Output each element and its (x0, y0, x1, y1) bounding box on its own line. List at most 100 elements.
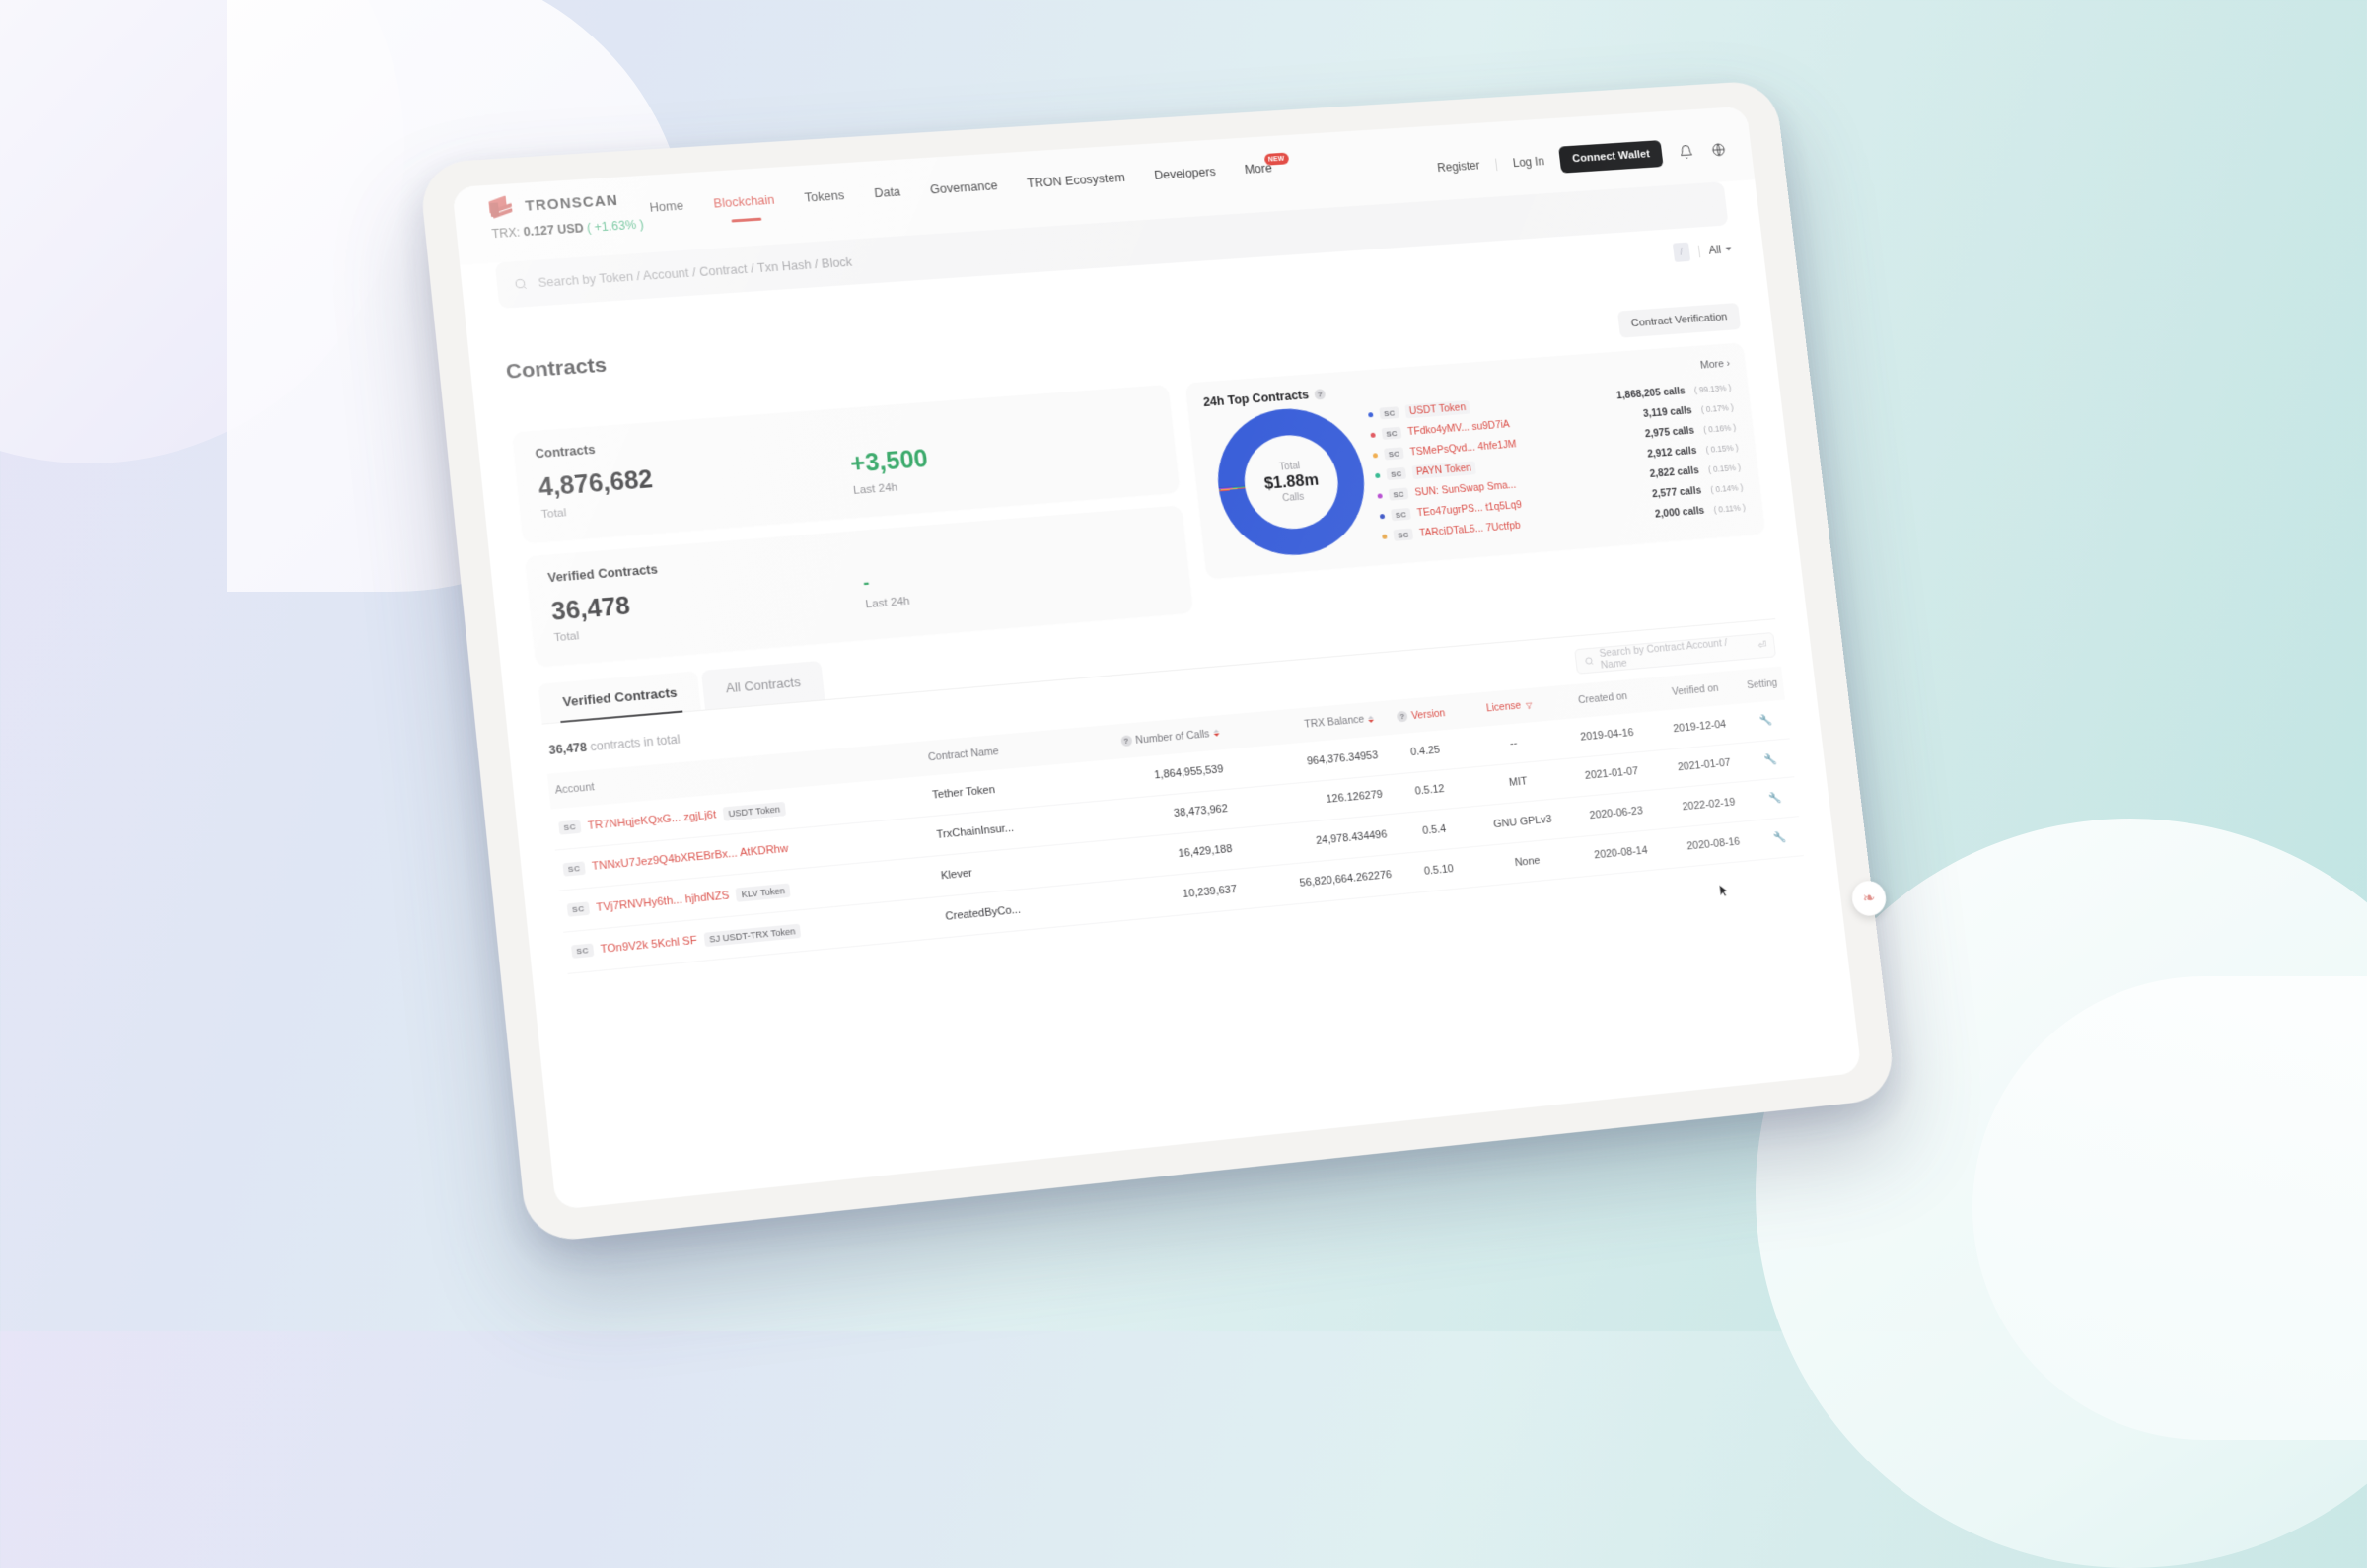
brand-logo[interactable]: TRONSCAN (488, 189, 619, 221)
contracts-count: 36,478 contracts in total (548, 732, 681, 757)
legend-calls: 2,000 calls (1654, 504, 1705, 521)
contract-badge: SC (1381, 426, 1402, 440)
verified-delta: - Last 24h (862, 549, 1172, 618)
token-tag: SJ USDT-TRX Token (703, 923, 802, 947)
legend-color-dot (1375, 472, 1381, 478)
legend-contract-name[interactable]: PAYN Token (1411, 461, 1476, 480)
contracts-delta: +3,500 Last 24h (849, 429, 1158, 496)
register-link[interactable]: Register (1437, 159, 1481, 175)
nav-item-developers[interactable]: Developers (1154, 165, 1218, 189)
nav-item-governance[interactable]: Governance (929, 178, 999, 203)
contract-address-link[interactable]: TVj7RNVHy6th... hjhdNZS (596, 890, 730, 914)
legend-color-dot (1379, 513, 1386, 519)
cell-setting[interactable]: 🔧 (1757, 816, 1804, 860)
nav-item-data[interactable]: Data (874, 185, 902, 208)
bell-icon[interactable] (1677, 143, 1695, 161)
contracts-count-value: 36,478 (547, 740, 588, 758)
legend-contract-name[interactable]: TFdko4yMV... su9D7iA (1407, 417, 1511, 438)
legend-color-dot (1368, 411, 1374, 417)
enter-key-icon: ⏎ (1757, 639, 1767, 652)
stat-cards-column: Contracts 4,876,682 Total +3,500 Last 24… (512, 384, 1193, 667)
contract-badge: SC (1391, 507, 1411, 522)
donut-center-value: $1.88m (1262, 470, 1320, 493)
contract-address-link[interactable]: TR7NHqjeKQxG... zgjLj6t (587, 809, 717, 832)
tablet-body: TRONSCAN TRX: 0.127 USD ( +1.63% ) Home … (418, 79, 1898, 1245)
header-actions: Register Log In Connect Wallet (1436, 136, 1729, 181)
legend-percent: ( 0.17% ) (1700, 402, 1735, 415)
chevron-down-icon (1725, 247, 1732, 251)
tablet-screen: TRONSCAN TRX: 0.127 USD ( +1.63% ) Home … (452, 106, 1862, 1210)
globe-icon[interactable] (1709, 141, 1728, 159)
legend-percent: ( 0.15% ) (1705, 442, 1739, 455)
wrench-icon[interactable]: 🔧 (1768, 792, 1782, 805)
connect-wallet-button[interactable]: Connect Wallet (1558, 140, 1664, 174)
wrench-icon[interactable]: 🔧 (1764, 753, 1778, 766)
legend-calls: 2,822 calls (1649, 464, 1700, 480)
contract-badge: SC (558, 820, 582, 835)
trx-price-value: 0.127 USD (522, 221, 585, 240)
help-icon: ? (1119, 735, 1133, 748)
legend-percent: ( 0.16% ) (1702, 422, 1737, 435)
tron-widget-icon: ❧ (1861, 890, 1877, 908)
verified-total: 36,478 Total (550, 574, 867, 645)
col-trx-balance-label: TRX Balance (1303, 713, 1365, 731)
contract-address-link[interactable]: TNNxU7Jez9Q4bXREBrBx... AtKDRhw (591, 843, 788, 873)
main-nav: Home Blockchain Tokens Data Governance T… (649, 152, 1289, 222)
legend-contract-name[interactable]: SUN: SunSwap Sma... (1414, 478, 1517, 500)
contract-verification-button[interactable]: Contract Verification (1617, 302, 1742, 338)
contract-search-input[interactable]: Search by Contract Account / Name ⏎ (1574, 632, 1777, 675)
col-number-of-calls-label: Number of Calls (1134, 727, 1210, 747)
contract-address-link[interactable]: TOn9V2k 5Kchl SF (600, 934, 697, 956)
brand-name: TRONSCAN (524, 192, 619, 215)
trx-price-change: ( +1.63% ) (586, 217, 645, 236)
search-icon (1584, 655, 1596, 667)
scope-selector[interactable]: All (1708, 243, 1733, 257)
filter-chip-icon[interactable]: / (1672, 242, 1690, 262)
top-contracts-donut-chart: Total $1.88m Calls (1210, 403, 1373, 561)
cell-setting[interactable]: 🔧 (1748, 738, 1795, 781)
top-contracts-column: 24h Top Contracts ? More › Total $1.88m … (1184, 342, 1765, 579)
contract-search-placeholder: Search by Contract Account / Name (1598, 637, 1728, 672)
help-icon[interactable]: ? (1314, 388, 1327, 400)
cell-setting[interactable]: 🔧 (1752, 776, 1800, 820)
login-link[interactable]: Log In (1512, 154, 1544, 170)
wrench-icon[interactable]: 🔧 (1759, 714, 1773, 727)
contract-badge: SC (1384, 447, 1404, 461)
legend-calls: 1,868,205 calls (1615, 385, 1686, 402)
col-version-label: Version (1410, 706, 1446, 722)
nav-item-home[interactable]: Home (649, 199, 684, 222)
legend-percent: ( 0.11% ) (1712, 502, 1747, 515)
legend-contract-name[interactable]: USDT Token (1404, 399, 1470, 419)
top-contracts-title-wrap: 24h Top Contracts ? (1202, 387, 1327, 409)
tronscan-logo-icon (488, 195, 518, 221)
cell-setting[interactable]: 🔧 (1743, 699, 1790, 743)
cell-verified-on: 2020-08-16 (1665, 820, 1762, 869)
sort-icon (1367, 715, 1375, 723)
donut-legend: SC USDT Token 1,868,205 calls( 99.13% ) SC T… (1368, 381, 1749, 543)
token-tag: USDT Token (722, 801, 786, 821)
help-icon: ? (1396, 710, 1408, 723)
nav-item-blockchain[interactable]: Blockchain (713, 193, 776, 218)
legend-contract-name[interactable]: TSMePsQvd... 4hfe1JM (1409, 438, 1517, 460)
scope-selector-label: All (1707, 243, 1722, 257)
filter-icon (1525, 701, 1534, 710)
nav-item-tron-ecosystem[interactable]: TRON Ecosystem (1027, 171, 1127, 197)
wrench-icon[interactable]: 🔧 (1773, 831, 1787, 844)
top-contracts-more-link[interactable]: More › (1699, 358, 1730, 372)
donut-center-bottom: Calls (1281, 491, 1305, 504)
nav-item-more[interactable]: More NEW (1244, 152, 1289, 182)
legend-contract-name[interactable]: TARciDTaL5... 7Uctfpb (1418, 519, 1522, 540)
sort-icon (1212, 729, 1220, 737)
legend-calls: 3,119 calls (1642, 404, 1693, 420)
legend-contract-name[interactable]: TEo47ugrPS... t1q5Lq9 (1416, 498, 1523, 520)
background-blob-top-left (0, 0, 404, 463)
trx-price-label: TRX: (491, 225, 521, 242)
legend-color-dot (1372, 452, 1379, 458)
cell-license: None (1477, 836, 1577, 887)
col-license-label: License (1485, 699, 1522, 715)
floating-widget-button[interactable]: ❧ (1850, 879, 1889, 918)
contract-badge: SC (570, 943, 595, 959)
contract-badge: SC (1386, 466, 1406, 481)
token-tag: KLV Token (735, 883, 791, 902)
nav-item-tokens[interactable]: Tokens (804, 188, 845, 211)
